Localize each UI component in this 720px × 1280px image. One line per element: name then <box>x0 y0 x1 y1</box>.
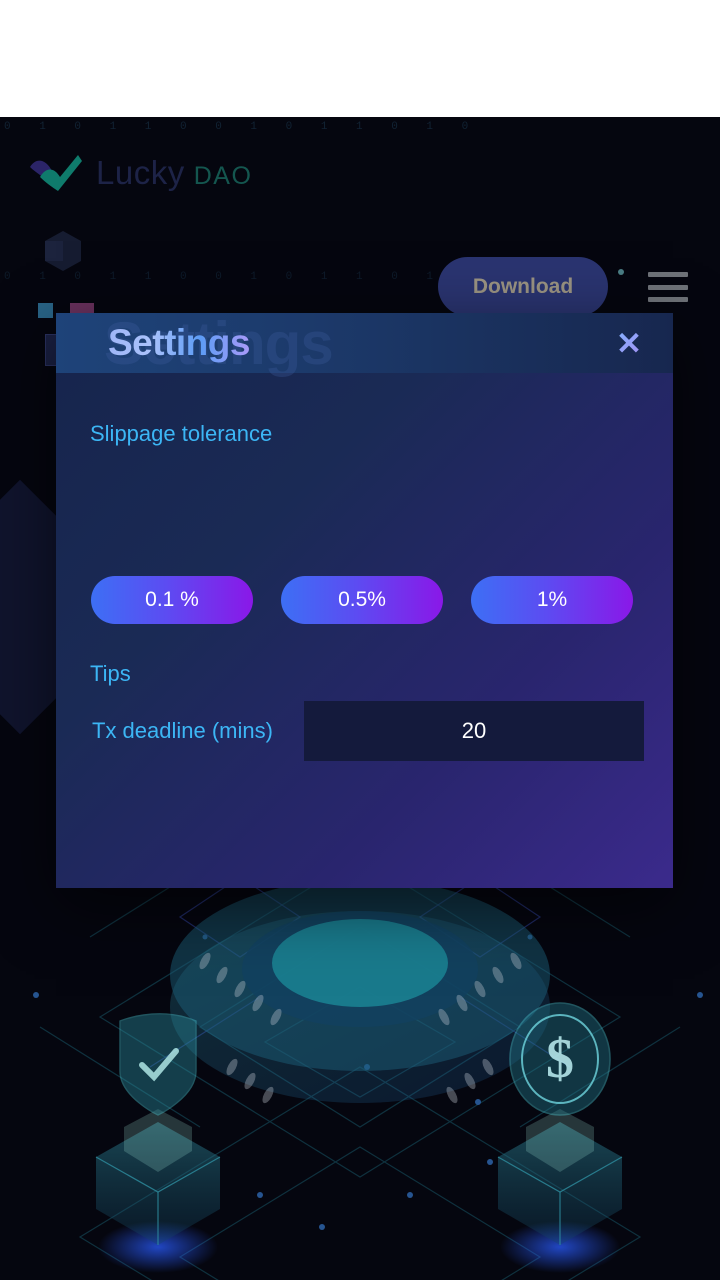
brand-secondary: DAO <box>193 162 253 190</box>
accent-square-teal <box>38 303 53 318</box>
modal-header: Settings Settings ✕ <box>56 310 673 377</box>
tx-deadline-row: Tx deadline (mins) <box>92 701 644 761</box>
close-x-icon[interactable]: ✕ <box>612 328 646 359</box>
settings-modal: Settings Settings ✕ Slippage tolerance 0… <box>56 310 673 888</box>
screenshot-root: 0 1 0 1 1 0 0 1 0 1 1 0 1 0 0 1 1 0 1 0 … <box>0 0 720 1280</box>
slippage-tolerance-label: Slippage tolerance <box>90 421 273 446</box>
tx-deadline-input[interactable] <box>304 701 644 761</box>
brand-name: Lucky DAO <box>96 154 252 192</box>
hamburger-bar-3 <box>648 297 688 302</box>
slippage-options: 0.1 % 0.5% 1% <box>91 576 633 624</box>
hamburger-menu-icon[interactable] <box>648 272 688 302</box>
logo[interactable]: Lucky DAO <box>28 153 252 193</box>
slippage-option-2[interactable]: 1% <box>471 576 633 624</box>
svg-text:$: $ <box>546 1028 574 1090</box>
download-button[interactable]: Download <box>438 257 608 316</box>
site-header: Lucky DAO Download <box>0 117 720 316</box>
slippage-option-0[interactable]: 0.1 % <box>91 576 253 624</box>
slippage-option-1[interactable]: 0.5% <box>281 576 443 624</box>
hexagon-decor-icon <box>45 231 81 271</box>
modal-title: Settings <box>108 322 250 363</box>
hamburger-bar-1 <box>648 272 688 277</box>
tips-label: Tips <box>90 661 131 686</box>
brand-primary: Lucky <box>96 154 185 191</box>
lucky-check-logo-icon <box>28 153 82 193</box>
tx-deadline-label: Tx deadline (mins) <box>92 718 273 743</box>
hamburger-bar-2 <box>648 284 688 290</box>
decor-dot-teal <box>618 269 624 275</box>
